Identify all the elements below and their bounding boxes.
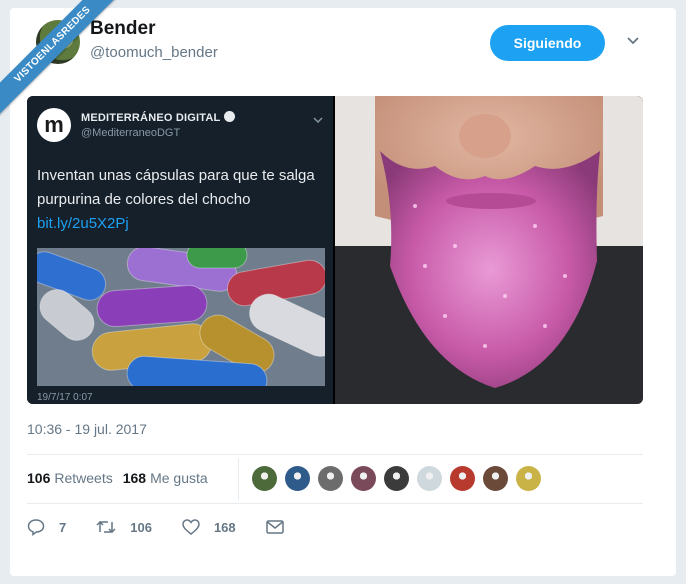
divider — [238, 458, 239, 500]
watermark-text: VISTOENLASREDES — [0, 0, 120, 120]
tweet-timestamp[interactable]: 10:36 - 19 jul. 2017 — [27, 421, 147, 437]
tweet-stats: 106 Retweets 168 Me gusta — [27, 470, 208, 486]
liker-avatar[interactable] — [384, 466, 409, 491]
glitter-capsules-photo — [37, 248, 325, 386]
tweet-actions: 7 106 168 — [27, 518, 328, 536]
quoted-account-handle: @MediterraneoDGT — [81, 127, 181, 139]
quoted-tweet-screenshot: m MEDITERRÁNEO DIGITAL @MediterraneoDGT … — [27, 96, 333, 404]
reply-button[interactable]: 7 — [27, 518, 66, 536]
liker-avatar[interactable] — [483, 466, 508, 491]
liker-avatars — [252, 466, 541, 491]
liker-avatar[interactable] — [351, 466, 376, 491]
retweets-stat[interactable]: 106 Retweets — [27, 470, 113, 486]
chevron-down-icon[interactable] — [626, 34, 640, 48]
quoted-tweet-text: Inventan unas cápsulas para que te salga… — [37, 167, 315, 208]
quoted-tweet-link: bit.ly/2u5X2Pj — [37, 215, 129, 232]
following-button[interactable]: Siguiendo — [490, 25, 605, 61]
heart-icon — [182, 519, 200, 535]
like-button[interactable]: 168 — [182, 519, 236, 535]
quoted-tweet-date: 19/7/17 0:07 — [37, 392, 93, 403]
watermark-ribbon: VISTOENLASREDES — [0, 0, 120, 120]
retweet-icon — [96, 520, 116, 534]
chevron-down-icon — [313, 117, 323, 123]
like-count: 168 — [213, 519, 236, 535]
divider — [27, 454, 643, 455]
likes-stat[interactable]: 168 Me gusta — [123, 470, 208, 486]
verified-icon — [224, 111, 236, 122]
reply-icon — [27, 519, 45, 536]
liker-avatar[interactable] — [417, 466, 442, 491]
liker-avatar[interactable] — [450, 466, 475, 491]
liker-avatar[interactable] — [285, 466, 310, 491]
liker-avatar[interactable] — [252, 466, 277, 491]
retweet-button[interactable]: 106 — [96, 518, 152, 536]
tweet-media[interactable]: m MEDITERRÁNEO DIGITAL @MediterraneoDGT … — [27, 96, 643, 404]
divider — [27, 503, 643, 504]
envelope-icon — [265, 520, 284, 534]
reply-count: 7 — [59, 519, 67, 535]
liker-avatar[interactable] — [516, 466, 541, 491]
glitter-beard-photo — [335, 96, 643, 404]
retweet-count: 106 — [130, 519, 152, 535]
direct-message-button[interactable] — [265, 520, 298, 534]
liker-avatar[interactable] — [318, 466, 343, 491]
